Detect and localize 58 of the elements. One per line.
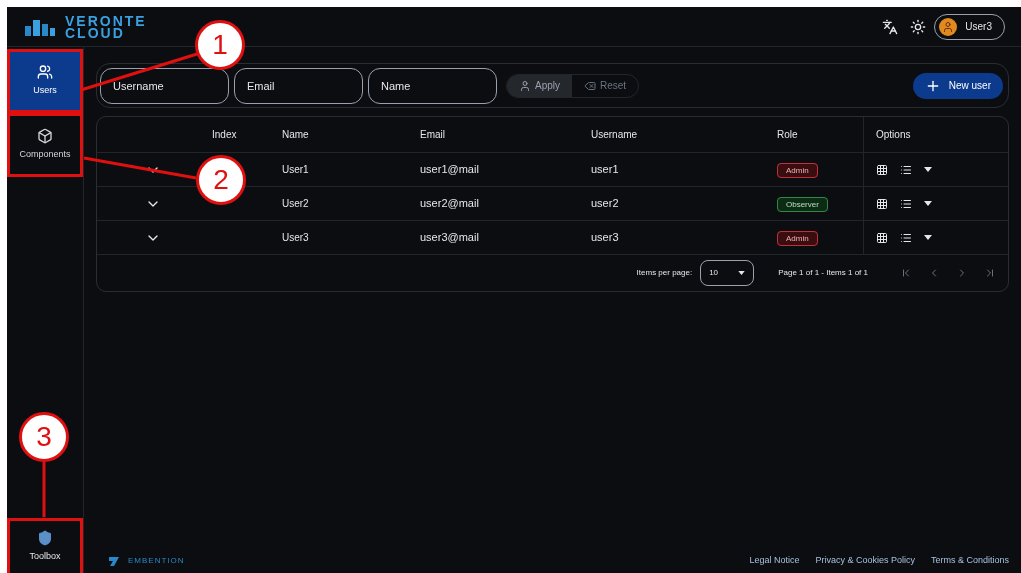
items-per-page-label: Items per page: (636, 267, 693, 279)
column-header: Email (420, 128, 445, 142)
footer-link[interactable]: Terms & Conditions (930, 554, 1009, 568)
grid-icon[interactable] (876, 163, 888, 176)
first-page-icon[interactable] (900, 267, 912, 279)
users-icon (37, 64, 53, 81)
last-page-icon[interactable] (984, 267, 996, 279)
backspace-icon (584, 79, 596, 92)
grid-icon[interactable] (876, 231, 888, 244)
logo-text: VERONTE (65, 14, 147, 27)
shield-icon (37, 530, 53, 547)
table-cell: user1 (591, 163, 619, 176)
leader-line (42, 462, 46, 517)
caret-icon[interactable] (924, 201, 932, 206)
column-header: Name (282, 128, 309, 142)
column-header: Username (591, 128, 638, 142)
caret-icon (738, 271, 746, 275)
role-badge: Admin (777, 231, 818, 246)
role-badge: Observer (777, 197, 828, 212)
column-header: Role (777, 128, 798, 142)
table-cell: user3 (591, 231, 619, 244)
table-cell: user2@mail (420, 197, 479, 210)
list-icon[interactable] (900, 197, 912, 210)
table-cell: user1@mail (420, 163, 479, 176)
table-cell: user2 (591, 197, 619, 210)
column-header: Options (876, 128, 911, 142)
list-icon[interactable] (900, 163, 912, 176)
brand-name: EMBENTION (128, 555, 185, 567)
sidebar-item[interactable]: Components (7, 113, 83, 177)
avatar-icon (939, 17, 958, 36)
table-cell: User3 (282, 232, 309, 243)
logo-subtext: CLOUD (65, 26, 125, 39)
filter-field[interactable]: Username (100, 67, 229, 104)
translate-icon[interactable] (882, 18, 899, 35)
person-icon (519, 79, 531, 92)
table-cell: User1 (282, 164, 309, 175)
filter-field[interactable]: Name (368, 67, 497, 104)
reset-button[interactable]: Reset (572, 74, 639, 97)
sidebar-item[interactable]: Users (7, 49, 83, 113)
footer-link[interactable]: Privacy & Cookies Policy (815, 554, 915, 568)
column-header: Index (212, 128, 237, 142)
table-cell: User2 (282, 198, 309, 209)
footer-link[interactable]: Legal Notice (749, 554, 800, 568)
brand-logo-icon (108, 555, 120, 567)
filter-field[interactable]: Email (234, 67, 363, 104)
caret-icon[interactable] (924, 235, 932, 240)
apply-button[interactable]: Apply (507, 74, 572, 97)
sun-icon[interactable] (910, 18, 927, 35)
cube-icon (37, 128, 53, 145)
grid-icon[interactable] (876, 197, 888, 210)
new-user-button[interactable]: New user (912, 72, 1003, 99)
sidebar-item[interactable]: Toolbox (7, 518, 83, 573)
per-page-select[interactable]: 10 (700, 260, 755, 286)
caret-icon[interactable] (924, 167, 932, 172)
role-badge: Admin (777, 163, 818, 178)
page-range: Page 1 of 1 - Items 1 of 1 (778, 267, 868, 279)
table-cell: user3@mail (420, 231, 479, 244)
list-icon[interactable] (900, 231, 912, 244)
